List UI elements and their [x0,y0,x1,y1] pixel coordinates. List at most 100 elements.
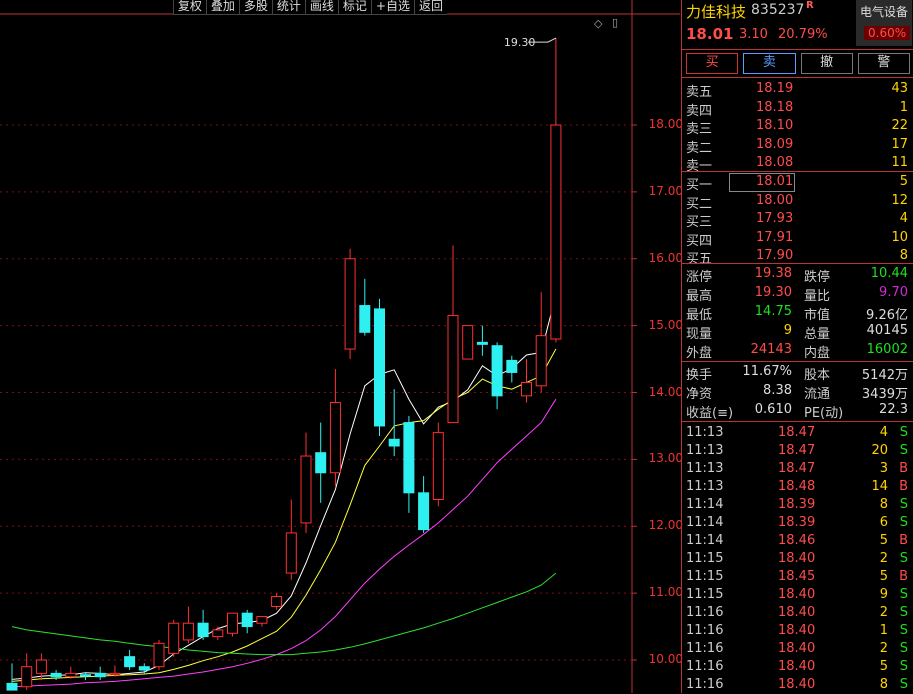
stat-label: 跌停 [804,270,831,285]
ask-price: 18.09 [756,136,794,152]
price-tick-label: 14.00 [648,384,683,399]
tick-time: 11:16 [686,659,724,674]
bid-row[interactable]: 买四 17.91 10 [682,229,913,249]
tick-row: 11:13 18.47 3 B [682,460,913,478]
tick-price: 18.40 [778,587,816,602]
statistics-button[interactable]: 统计 [271,0,305,15]
ask-row[interactable]: 卖三 18.10 22 [682,117,913,137]
divider [682,171,913,172]
candle-body [300,455,312,524]
stat-row: 外盘 24143 内盘 16002 [682,341,913,361]
margin-flag: R [806,0,814,11]
ask-volume: 17 [891,136,908,152]
bid-volume: 8 [899,248,908,263]
tick-row: 11:13 18.48 14 B [682,478,913,496]
bid-row[interactable]: 买一 18.01 5 [682,173,913,193]
price-tick-label: 11.00 [648,585,683,600]
candle-body [124,656,136,668]
candle-body [212,629,224,638]
last-price: 18.01 [686,25,734,43]
tick-row: 11:13 18.47 20 S [682,442,913,460]
stat-value: 0.610 [754,402,792,417]
candle-body [432,432,444,500]
candle-body [535,335,547,387]
alert-button[interactable]: 警 [857,53,910,74]
stat-row: 现量 9 总量 40145 [682,322,913,342]
sector-badge[interactable]: 电气设备 0.60% [856,0,912,46]
panel-toggle-icon[interactable]: ▯ [612,16,618,29]
bid-row[interactable]: 买三 17.93 4 [682,210,913,230]
divider [682,361,913,362]
tick-row: 11:16 18.40 1 S [682,622,913,640]
price-tick-label: 16.00 [648,250,683,265]
tick-volume: 4 [879,425,888,440]
back-button[interactable]: 返回 [413,0,447,15]
candle-body [153,642,165,668]
tick-price: 18.47 [778,461,816,476]
kline-chart[interactable]: 19.30 复权 叠加 多股 统计 画线 标记 +自选 返回 ◇ ▯ 18.00… [0,0,683,693]
cancel-order-button[interactable]: 撤 [800,53,853,74]
stat-label: 外盘 [686,346,713,361]
draw-line-button[interactable]: 画线 [304,0,338,15]
overlay-button[interactable]: 叠加 [205,0,239,15]
bid-volume: 12 [891,192,908,208]
stat-value: 19.38 [754,266,792,281]
tick-time: 11:13 [686,461,724,476]
stat-row: 换手 11.67% 股本 5142万 [682,363,913,383]
ask-label: 卖四 [686,103,713,119]
kline-svg[interactable]: 19.30 [0,0,680,693]
tick-price: 18.39 [778,515,816,530]
candle-body [285,532,297,574]
stock-name: 力佳科技 [686,3,747,21]
tick-time: 11:16 [686,641,724,656]
tick-volume: 9 [879,587,888,602]
ask-row[interactable]: 卖一 18.08 11 [682,154,913,174]
diamond-icon[interactable]: ◇ [594,17,602,30]
candle-body [80,674,91,677]
tick-time: 11:15 [686,587,724,602]
tick-volume: 2 [879,551,888,566]
stat-label: 现量 [686,327,713,342]
price-tick-label: 13.00 [648,451,683,466]
tick-time: 11:16 [686,677,724,692]
tick-volume: 5 [879,533,888,548]
stat-label: 总量 [804,327,831,342]
tick-row: 11:14 18.39 6 S [682,514,913,532]
ask-row[interactable]: 卖二 18.09 17 [682,136,913,156]
tick-price: 18.40 [778,623,816,638]
bid-label: 买二 [686,196,713,212]
ask-volume: 11 [891,155,908,170]
tick-time: 11:16 [686,623,724,638]
stat-value: 8.38 [763,383,792,398]
candle-body [271,595,283,607]
ask-row[interactable]: 卖四 18.18 1 [682,99,913,119]
ma-line-white [11,294,557,680]
multi-stock-button[interactable]: 多股 [238,0,272,15]
bid-row[interactable]: 买二 18.00 12 [682,192,913,212]
stat-label: 换手 [686,368,713,383]
stat-value: 9.26亿 [866,308,908,323]
bid-label: 买三 [686,215,713,230]
buy-button[interactable]: 买 [686,53,739,74]
tick-side: S [899,425,908,440]
add-watchlist-button[interactable]: +自选 [370,0,414,15]
stat-label: 收益(≡) [686,406,734,421]
tick-side: S [899,551,908,566]
tick-side: B [899,479,908,494]
stat-value: 9.70 [879,285,908,300]
ask-row[interactable]: 卖五 18.19 43 [682,80,913,100]
sell-button[interactable]: 卖 [743,53,796,74]
price-tick-label: 15.00 [648,317,683,332]
tick-price: 18.47 [778,425,816,440]
stat-value: 14.75 [754,304,792,319]
price-tick-label: 12.00 [648,518,683,533]
restore-rights-button[interactable]: 复权 [172,0,206,15]
tick-time: 11:14 [686,533,724,548]
mark-button[interactable]: 标记 [337,0,371,15]
bid-volume: 5 [899,174,908,189]
candle-body [50,672,62,678]
stat-value: 5142万 [861,368,908,383]
tick-time: 11:14 [686,515,724,530]
ask-price: 18.08 [756,155,794,170]
tick-volume: 8 [879,497,888,512]
